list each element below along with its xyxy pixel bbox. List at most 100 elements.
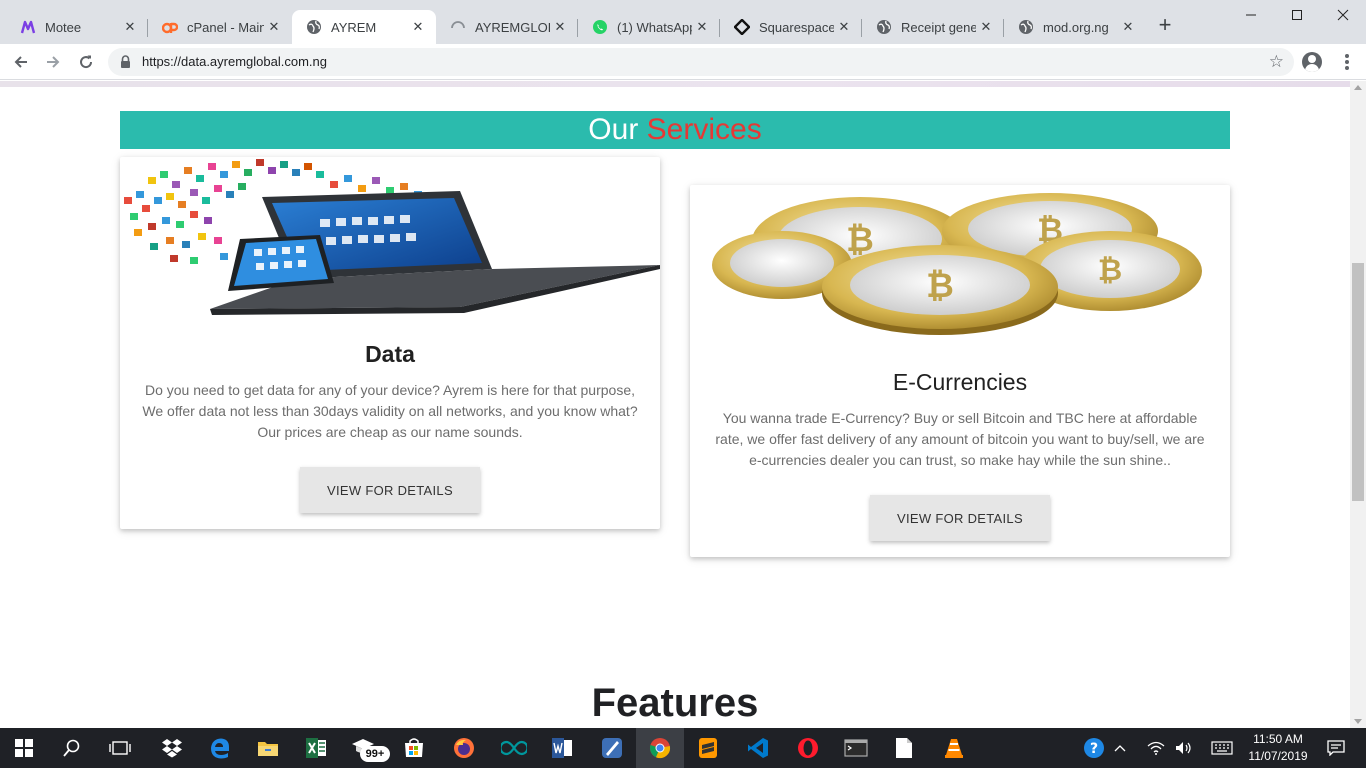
tab-label: AYREMGLOBAL [475, 19, 550, 35]
close-window-button[interactable] [1320, 0, 1366, 30]
sublime-text-icon[interactable] [684, 728, 732, 768]
arduino-icon[interactable] [490, 728, 538, 768]
tab-label: Motee [45, 19, 82, 35]
minimize-button[interactable] [1228, 0, 1274, 30]
keyboard-icon[interactable] [1202, 728, 1242, 768]
arrow-left-icon [14, 56, 27, 68]
clock-time[interactable]: 11:50 AM [1244, 732, 1312, 746]
card-title: E-Currencies [892, 369, 1028, 395]
maximize-button[interactable] [1274, 0, 1320, 30]
svg-text:?: ? [1090, 741, 1098, 757]
card-description: You wanna trade E-Currency? Buy or sell … [715, 410, 1205, 468]
windows-taskbar: 99+ ? 11:50 AM 11/07/2019 [0, 728, 1366, 768]
back-button[interactable] [9, 50, 33, 74]
tab-squarespace[interactable]: Squarespace E ✕ [720, 10, 862, 44]
browser-menu-icon[interactable] [1340, 52, 1354, 72]
hero-section-remnant [0, 81, 1350, 87]
excel-icon[interactable] [292, 728, 340, 768]
volume-icon[interactable] [1164, 728, 1204, 768]
tab-label: (1) WhatsApp [617, 19, 692, 35]
tab-ayremglobal[interactable]: AYREMGLOBAL ✕ [436, 10, 578, 44]
action-center-icon[interactable] [1312, 728, 1360, 768]
globe-icon [876, 19, 892, 35]
loading-icon [450, 19, 466, 35]
features-heading: Features [591, 681, 759, 725]
windows-start-icon[interactable] [0, 728, 48, 768]
chevron-up-icon[interactable] [1100, 728, 1140, 768]
scroll-down-icon[interactable] [1354, 719, 1362, 724]
vscode-icon[interactable] [734, 728, 782, 768]
word-icon[interactable] [538, 728, 586, 768]
tab-label: mod.org.ng [1043, 19, 1109, 35]
card-description: Do you need to get data for any of your … [142, 382, 638, 440]
whatsapp-icon [592, 19, 608, 35]
svg-text:₿: ₿ [926, 266, 954, 306]
tab-label: AYREM [331, 19, 377, 35]
tab-whatsapp[interactable]: (1) WhatsApp ✕ [578, 10, 720, 44]
clock-date[interactable]: 11/07/2019 [1244, 749, 1312, 763]
scroll-up-icon[interactable] [1354, 85, 1362, 90]
close-icon[interactable]: ✕ [834, 19, 854, 35]
vlc-icon[interactable] [930, 728, 978, 768]
card-title: Data [365, 341, 415, 367]
view-details-button[interactable]: VIEW FOR DETAILS [870, 495, 1050, 541]
edge-browser-icon[interactable] [196, 728, 244, 768]
tab-motee[interactable]: Motee ✕ [6, 10, 148, 44]
reload-button[interactable] [74, 50, 98, 74]
close-icon[interactable]: ✕ [692, 19, 712, 35]
close-icon[interactable]: ✕ [120, 19, 140, 35]
close-icon[interactable]: ✕ [976, 19, 996, 35]
tab-ayrem[interactable]: AYREM ✕ [292, 10, 436, 44]
squarespace-icon [734, 19, 750, 35]
close-icon[interactable]: ✕ [264, 19, 284, 35]
tab-label: cPanel - Main [187, 19, 264, 35]
page-scrollbar[interactable] [1350, 81, 1366, 728]
opera-icon[interactable] [784, 728, 832, 768]
new-tab-button[interactable]: + [1154, 14, 1176, 37]
notepad-icon[interactable] [880, 728, 928, 768]
cpanel-icon [162, 19, 178, 35]
bitcoin-coins-image: ₿ ₿ ₿ ₿ [690, 185, 1230, 347]
store-icon[interactable] [390, 728, 438, 768]
page-viewport: Our Services Data Do you need to get dat… [0, 81, 1366, 728]
browser-toolbar: https://data.ayremglobal.com.ng ☆ [0, 44, 1366, 80]
services-heading: Our Services [120, 111, 1230, 149]
service-card-ecurrencies: ₿ ₿ ₿ ₿ E-Currencies You wanna trade E-C… [690, 185, 1230, 557]
arrow-right-icon [47, 56, 60, 68]
profile-avatar-icon[interactable] [1302, 52, 1322, 72]
services-heading-prefix: Our [588, 113, 639, 146]
reload-icon [80, 55, 93, 69]
forward-button[interactable] [41, 50, 65, 74]
svg-text:₿: ₿ [1098, 253, 1122, 288]
search-icon[interactable] [48, 728, 96, 768]
tab-strip: Motee ✕ cPanel - Main ✕ AYREM ✕ AYREMGLO… [0, 0, 1366, 44]
dropbox-icon[interactable] [148, 728, 196, 768]
notification-badge: 99+ [360, 746, 390, 762]
service-card-data: Data Do you need to get data for any of … [120, 157, 660, 529]
tab-modorg[interactable]: mod.org.ng ✕ [1004, 10, 1146, 44]
scrollbar-thumb[interactable] [1352, 263, 1364, 501]
services-heading-accent: Services [646, 113, 762, 146]
firefox-icon[interactable] [440, 728, 488, 768]
bookmark-star-icon[interactable]: ☆ [1269, 52, 1284, 72]
tab-label: Receipt genera [901, 19, 976, 35]
chrome-icon[interactable] [636, 728, 684, 768]
address-bar[interactable]: https://data.ayremglobal.com.ng ☆ [108, 48, 1294, 76]
motee-icon [20, 19, 36, 35]
tab-receipt[interactable]: Receipt genera ✕ [862, 10, 1004, 44]
devices-image [120, 157, 660, 319]
globe-icon [306, 19, 322, 35]
tab-label: Squarespace E [759, 19, 834, 35]
close-icon[interactable]: ✕ [550, 19, 570, 35]
url-text: https://data.ayremglobal.com.ng [142, 54, 327, 69]
sketch-app-icon[interactable] [588, 728, 636, 768]
tab-cpanel[interactable]: cPanel - Main ✕ [148, 10, 292, 44]
view-details-button[interactable]: VIEW FOR DETAILS [300, 467, 480, 513]
file-explorer-icon[interactable] [244, 728, 292, 768]
services-banner: Our Services [120, 111, 1230, 149]
close-icon[interactable]: ✕ [408, 19, 428, 35]
close-icon[interactable]: ✕ [1118, 19, 1138, 35]
lock-icon [120, 55, 131, 74]
terminal-icon[interactable] [832, 728, 880, 768]
task-view-icon[interactable] [96, 728, 144, 768]
